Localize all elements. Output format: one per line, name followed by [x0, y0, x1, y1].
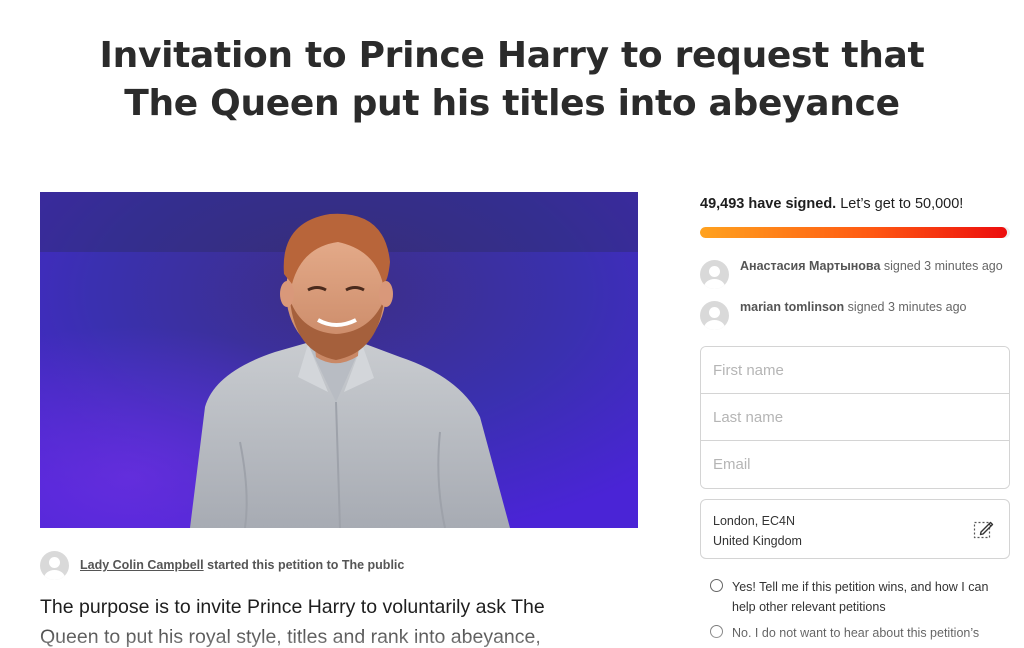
pencil-edit-icon[interactable]	[973, 518, 995, 540]
signature-progress-fill	[700, 227, 1007, 238]
signer-text: Анастасия Мартынова signed 3 minutes ago	[740, 258, 1005, 275]
page-title: Invitation to Prince Harry to request th…	[99, 35, 925, 124]
hero-photo	[40, 192, 638, 528]
last-name-field[interactable]	[701, 394, 1009, 441]
starter-suffix: started this petition to The public	[203, 558, 405, 572]
signature-progress-bar	[700, 227, 1010, 238]
optin-no-radio[interactable]	[710, 625, 723, 638]
signer-action: signed 3 minutes ago	[880, 259, 1003, 273]
location-line-country: United Kingdom	[713, 534, 802, 548]
optin-no[interactable]: No. I do not want to hear about this pet…	[700, 623, 1010, 643]
signature-goal: Let’s get to 50,000!	[836, 196, 964, 212]
first-name-field[interactable]	[701, 347, 1009, 394]
signer-action: signed 3 minutes ago	[844, 300, 967, 314]
optin-yes[interactable]: Yes! Tell me if this petition wins, and …	[700, 577, 1010, 617]
optin-yes-radio[interactable]	[710, 579, 723, 592]
starter-avatar	[40, 550, 69, 580]
optin-no-label: No. I do not want to hear about this pet…	[732, 626, 980, 640]
signer-avatar	[700, 260, 729, 289]
petition-starter: Lady Colin Campbell started this petitio…	[40, 549, 404, 581]
petition-hero-image	[40, 192, 638, 528]
location-line-city: London, EC4N	[713, 514, 796, 528]
signer-name: Анастасия Мартынова	[740, 259, 881, 273]
signature-sidebar: 49,493 have signed. Let’s get to 50,000!…	[700, 192, 1010, 643]
starter-text: Lady Colin Campbell started this petitio…	[80, 558, 404, 572]
email-field[interactable]	[701, 441, 1009, 488]
signature-count: 49,493 have signed. Let’s get to 50,000!	[700, 192, 1010, 216]
location-field[interactable]: London, EC4N United Kingdom	[700, 499, 1010, 559]
sign-form	[700, 346, 1010, 489]
signer-text: marian tomlinson signed 3 minutes ago	[740, 299, 1005, 316]
petition-description: The purpose is to invite Prince Harry to…	[40, 596, 545, 648]
recent-signer: Анастасия Мартынова signed 3 minutes ago	[700, 258, 1010, 289]
starter-name-link[interactable]: Lady Colin Campbell	[80, 558, 204, 572]
recent-signer: marian tomlinson signed 3 minutes ago	[700, 299, 1010, 330]
optin-yes-label: Yes! Tell me if this petition wins, and …	[732, 580, 989, 614]
signer-avatar	[700, 301, 729, 330]
signed-total: 49,493 have signed.	[700, 196, 837, 212]
signer-name: marian tomlinson	[740, 300, 845, 314]
